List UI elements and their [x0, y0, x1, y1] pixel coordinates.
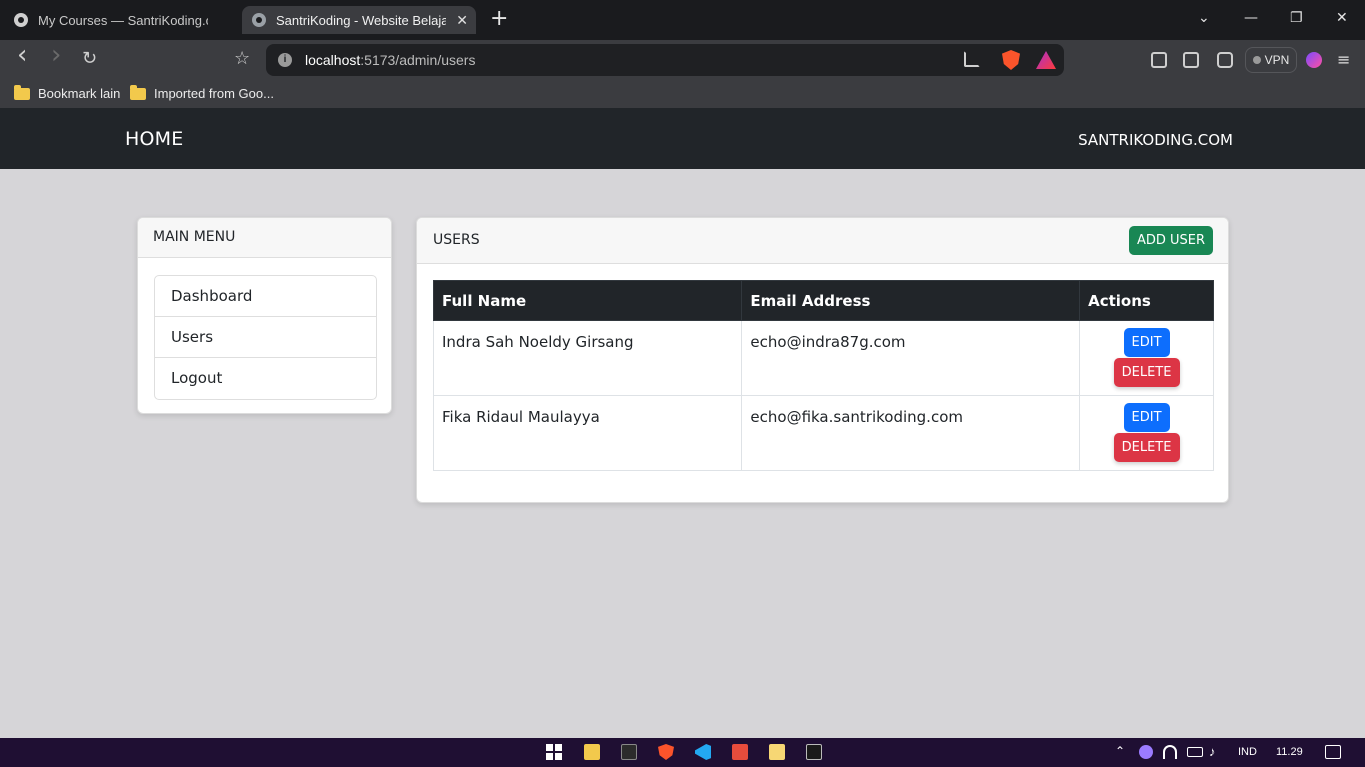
battery-icon[interactable] [1187, 747, 1203, 757]
sidebar-toggle-icon[interactable] [1183, 52, 1199, 68]
extensions-icon[interactable] [1151, 52, 1167, 68]
users-table: Full Name Email Address Actions Indra Sa… [432, 280, 1214, 471]
bookmark-folder[interactable]: Imported from Goo... [130, 84, 274, 101]
command-prompt-icon[interactable] [806, 744, 822, 760]
navbar-brand-home[interactable]: HOME [125, 128, 183, 150]
site-favicon-icon [14, 13, 28, 27]
tab-santrikoding-active[interactable]: SantriKoding - Website Belajar C ✕ [242, 6, 476, 34]
bookmark-folder[interactable]: Bookmark lain [14, 84, 121, 101]
terminal-icon[interactable] [621, 744, 637, 760]
table-header-row: Full Name Email Address Actions [432, 280, 1214, 321]
main-menu-title: MAIN MENU [138, 218, 391, 258]
windows-start-icon[interactable] [546, 744, 562, 760]
language-indicator[interactable]: IND [1238, 746, 1257, 758]
file-explorer-icon[interactable] [584, 744, 600, 760]
wallet-icon[interactable] [1217, 52, 1233, 68]
bookmark-label: Imported from Goo... [154, 86, 274, 101]
cell-email: echo@fika.santrikoding.com [741, 395, 1081, 471]
delete-button[interactable]: DELETE [1113, 358, 1180, 387]
tab-close-icon[interactable]: ✕ [456, 12, 468, 29]
folder-icon [14, 84, 30, 100]
notification-icon[interactable] [1325, 745, 1341, 759]
cell-actions: EDIT DELETE [1079, 320, 1214, 396]
notes-icon[interactable] [769, 744, 785, 760]
cell-actions: EDIT DELETE [1079, 395, 1214, 471]
browser-menu-icon[interactable]: ≡ [1337, 50, 1350, 69]
profile-avatar[interactable] [1306, 52, 1322, 68]
add-user-button[interactable]: ADD USER [1129, 226, 1213, 255]
vpn-label: VPN [1264, 53, 1290, 67]
tab-my-courses[interactable]: My Courses — SantriKoding.com — [8, 6, 234, 34]
vpn-status-icon [1252, 56, 1261, 64]
bookmark-page-button[interactable]: ☆ [234, 49, 250, 69]
users-card-header: USERS ADD USER [417, 218, 1228, 264]
url-host: localhost [305, 52, 361, 68]
new-tab-button[interactable]: + [490, 7, 508, 31]
vscode-icon[interactable] [695, 744, 711, 760]
clock[interactable]: 11.29 [1276, 746, 1303, 758]
site-info-icon[interactable]: i [278, 53, 292, 67]
folder-icon [130, 84, 146, 100]
app-navbar: HOME SANTRIKODING.COM [0, 108, 1365, 169]
bookmark-label: Bookmark lain [38, 86, 121, 101]
sidebar-item-logout[interactable]: Logout [155, 358, 376, 399]
volume-icon[interactable]: ♪ [1209, 744, 1216, 759]
column-header-actions: Actions [1079, 280, 1214, 321]
edit-button[interactable]: EDIT [1123, 328, 1170, 357]
reload-button[interactable]: ↻ [82, 49, 97, 69]
users-card: USERS ADD USER Full Name Email Address A… [416, 217, 1229, 503]
sidebar-item-users[interactable]: Users [155, 317, 376, 358]
edit-button[interactable]: EDIT [1123, 403, 1170, 432]
cell-full-name: Fika Ridaul Maulayya [432, 395, 743, 471]
tray-app-icon[interactable] [1139, 745, 1153, 759]
globe-icon [252, 13, 266, 27]
brave-shield-icon[interactable] [1002, 50, 1020, 70]
url-path: :5173/admin/users [360, 52, 476, 68]
navbar-site-link[interactable]: SANTRIKODING.COM [1078, 131, 1233, 149]
main-menu-list: Dashboard Users Logout [154, 275, 377, 400]
users-title: USERS [433, 232, 480, 248]
vpn-button[interactable]: VPN [1245, 47, 1297, 73]
forward-button[interactable]: › [51, 42, 61, 68]
table-row: Indra Sah Noeldy Girsang echo@indra87g.c… [432, 320, 1214, 396]
column-header-full-name: Full Name [432, 280, 743, 321]
column-header-email: Email Address [741, 280, 1081, 321]
table-row: Fika Ridaul Maulayya echo@fika.santrikod… [432, 395, 1214, 471]
bookmarks-bar: Bookmark lain Imported from Goo... [0, 80, 1365, 108]
share-icon[interactable] [964, 51, 980, 67]
brave-browser-icon[interactable] [658, 744, 674, 760]
tab-search-dropdown-icon[interactable]: ⌄ [1198, 10, 1210, 26]
back-button[interactable]: ‹ [17, 42, 27, 68]
address-bar[interactable]: i localhost:5173/admin/users [266, 44, 1064, 76]
sidebar-item-dashboard[interactable]: Dashboard [155, 276, 376, 317]
tab-title: My Courses — SantriKoding.com — [38, 12, 208, 28]
brave-rewards-icon[interactable] [1036, 51, 1056, 69]
chevron-up-icon[interactable]: ⌃ [1115, 744, 1125, 758]
tab-title: SantriKoding - Website Belajar C [276, 12, 446, 28]
cell-email: echo@indra87g.com [741, 320, 1081, 396]
url-text[interactable]: localhost:5173/admin/users [305, 52, 475, 68]
os-taskbar: ⌃ ♪ IND 11.29 [0, 738, 1365, 767]
wifi-icon[interactable] [1163, 745, 1177, 759]
restore-button[interactable]: ❐ [1290, 10, 1303, 26]
main-menu-card: MAIN MENU Dashboard Users Logout [137, 217, 392, 414]
close-window-button[interactable]: ✕ [1336, 10, 1348, 26]
delete-button[interactable]: DELETE [1113, 433, 1180, 462]
cell-full-name: Indra Sah Noeldy Girsang [432, 320, 743, 396]
minimize-button[interactable]: — [1244, 10, 1258, 26]
app-icon[interactable] [732, 744, 748, 760]
browser-toolbar: ‹ › ↻ ☆ i localhost:5173/admin/users VPN… [0, 40, 1365, 80]
browser-tab-bar: My Courses — SantriKoding.com — SantriKo… [0, 0, 1365, 40]
